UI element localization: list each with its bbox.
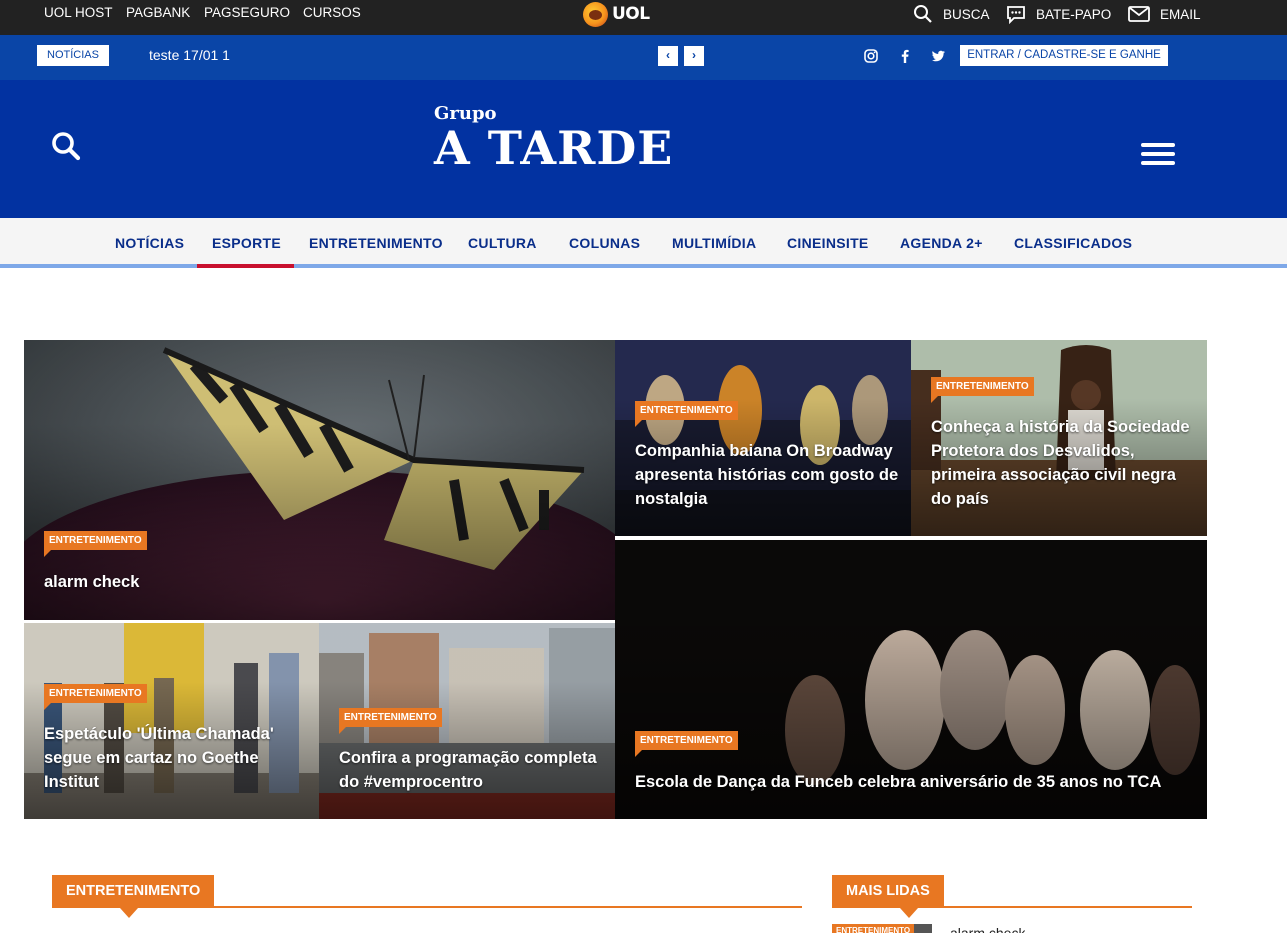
- nav-item-colunas[interactable]: COLUNAS: [569, 218, 640, 268]
- news-headline[interactable]: Escola de Dança da Funceb celebra aniver…: [635, 770, 1195, 794]
- section-divider: [832, 906, 1192, 908]
- category-badge[interactable]: ENTRETENIMENTO: [44, 531, 147, 557]
- section-title-mais-lidas: MAIS LIDAS: [832, 875, 944, 918]
- header-search-icon[interactable]: [50, 130, 82, 162]
- site-logo[interactable]: Grupo A TARDE: [434, 104, 674, 175]
- chat-icon: [1007, 6, 1025, 24]
- uol-logo[interactable]: UOL: [583, 1, 650, 27]
- category-badge[interactable]: ENTRETENIMENTO: [44, 684, 147, 710]
- pagbank-link[interactable]: PAGBANK: [126, 0, 190, 35]
- bate-papo-label: BATE-PAPO: [1036, 6, 1112, 22]
- section-divider: [52, 906, 802, 908]
- news-card[interactable]: ENTRETENIMENTO Espetáculo 'Última Chamad…: [24, 623, 319, 819]
- news-headline[interactable]: alarm check: [44, 570, 584, 594]
- ticker-headline[interactable]: teste 17/01 1: [149, 47, 230, 63]
- ticker-next-button[interactable]: ›: [684, 46, 704, 66]
- news-ticker-bar: NOTÍCIAS teste 17/01 1 ‹ › ENTRAR / CADA…: [0, 35, 1287, 80]
- nav-item-cultura[interactable]: CULTURA: [468, 218, 537, 268]
- nav-item-agenda[interactable]: AGENDA 2+: [900, 218, 983, 268]
- mail-icon: [1128, 6, 1150, 22]
- category-badge[interactable]: ENTRETENIMENTO: [635, 731, 738, 757]
- category-badge[interactable]: ENTRETENIMENTO: [931, 377, 1034, 403]
- news-card[interactable]: ENTRETENIMENTO Companhia baiana On Broad…: [615, 340, 911, 536]
- pagseguro-link[interactable]: PAGSEGURO: [204, 0, 290, 35]
- masthead: Grupo A TARDE: [0, 80, 1287, 218]
- news-card[interactable]: ENTRETENIMENTO Confira a programação com…: [319, 623, 615, 819]
- login-signup-button[interactable]: ENTRAR / CADASTRE-SE E GANHE: [960, 45, 1168, 66]
- busca-button[interactable]: BUSCA: [913, 0, 990, 28]
- nav-active-indicator: [197, 264, 294, 268]
- cursos-link[interactable]: CURSOS: [303, 0, 361, 35]
- uol-logo-text: UOL: [612, 4, 650, 24]
- category-badge[interactable]: ENTRETENIMENTO: [635, 401, 738, 427]
- instagram-icon[interactable]: [863, 48, 879, 64]
- bate-papo-button[interactable]: BATE-PAPO: [1006, 0, 1111, 28]
- facebook-icon[interactable]: [897, 48, 913, 64]
- logo-main-text: A TARDE: [434, 121, 674, 175]
- news-headline[interactable]: Confira a programação completa do #vempr…: [339, 746, 604, 794]
- main-nav: NOTÍCIAS ESPORTE ENTRETENIMENTO CULTURA …: [0, 218, 1287, 268]
- uol-top-bar: UOL HOST PAGBANK PAGSEGURO CURSOS UOL BU…: [0, 0, 1287, 35]
- nav-item-cineinsite[interactable]: CINEINSITE: [787, 218, 869, 268]
- nav-item-entretenimento[interactable]: ENTRETENIMENTO: [309, 218, 443, 268]
- uol-host-link[interactable]: UOL HOST: [44, 0, 113, 35]
- most-read-thumbnail[interactable]: ENTRETENIMENTO: [832, 924, 932, 933]
- busca-label: BUSCA: [943, 6, 990, 22]
- news-headline[interactable]: Companhia baiana On Broadway apresenta h…: [635, 439, 900, 511]
- menu-hamburger-icon[interactable]: [1141, 143, 1175, 165]
- category-badge: ENTRETENIMENTO: [832, 924, 915, 933]
- nav-item-esporte[interactable]: ESPORTE: [212, 218, 281, 268]
- category-badge[interactable]: ENTRETENIMENTO: [339, 708, 442, 734]
- nav-item-classificados[interactable]: CLASSIFICADOS: [1014, 218, 1132, 268]
- news-headline[interactable]: Conheça a história da Sociedade Protetor…: [931, 415, 1196, 511]
- email-label: EMAIL: [1160, 6, 1201, 22]
- ticker-badge: NOTÍCIAS: [37, 45, 109, 66]
- uol-logo-icon: [583, 1, 608, 27]
- news-card-featured[interactable]: ENTRETENIMENTO alarm check: [24, 340, 615, 620]
- news-card-large[interactable]: ENTRETENIMENTO Escola de Dança da Funceb…: [615, 540, 1207, 819]
- search-icon: [914, 5, 932, 23]
- twitter-icon[interactable]: [930, 48, 946, 64]
- news-card[interactable]: ENTRETENIMENTO Conheça a história da Soc…: [911, 340, 1207, 536]
- section-title-entretenimento[interactable]: ENTRETENIMENTO: [52, 875, 215, 918]
- most-read-headline[interactable]: alarm check: [950, 924, 1025, 933]
- ticker-prev-button[interactable]: ‹: [658, 46, 678, 66]
- nav-item-noticias[interactable]: NOTÍCIAS: [115, 218, 184, 268]
- news-headline[interactable]: Espetáculo 'Última Chamada' segue em car…: [44, 722, 309, 794]
- email-button[interactable]: EMAIL: [1128, 0, 1201, 28]
- nav-item-multimidia[interactable]: MULTIMÍDIA: [672, 218, 756, 268]
